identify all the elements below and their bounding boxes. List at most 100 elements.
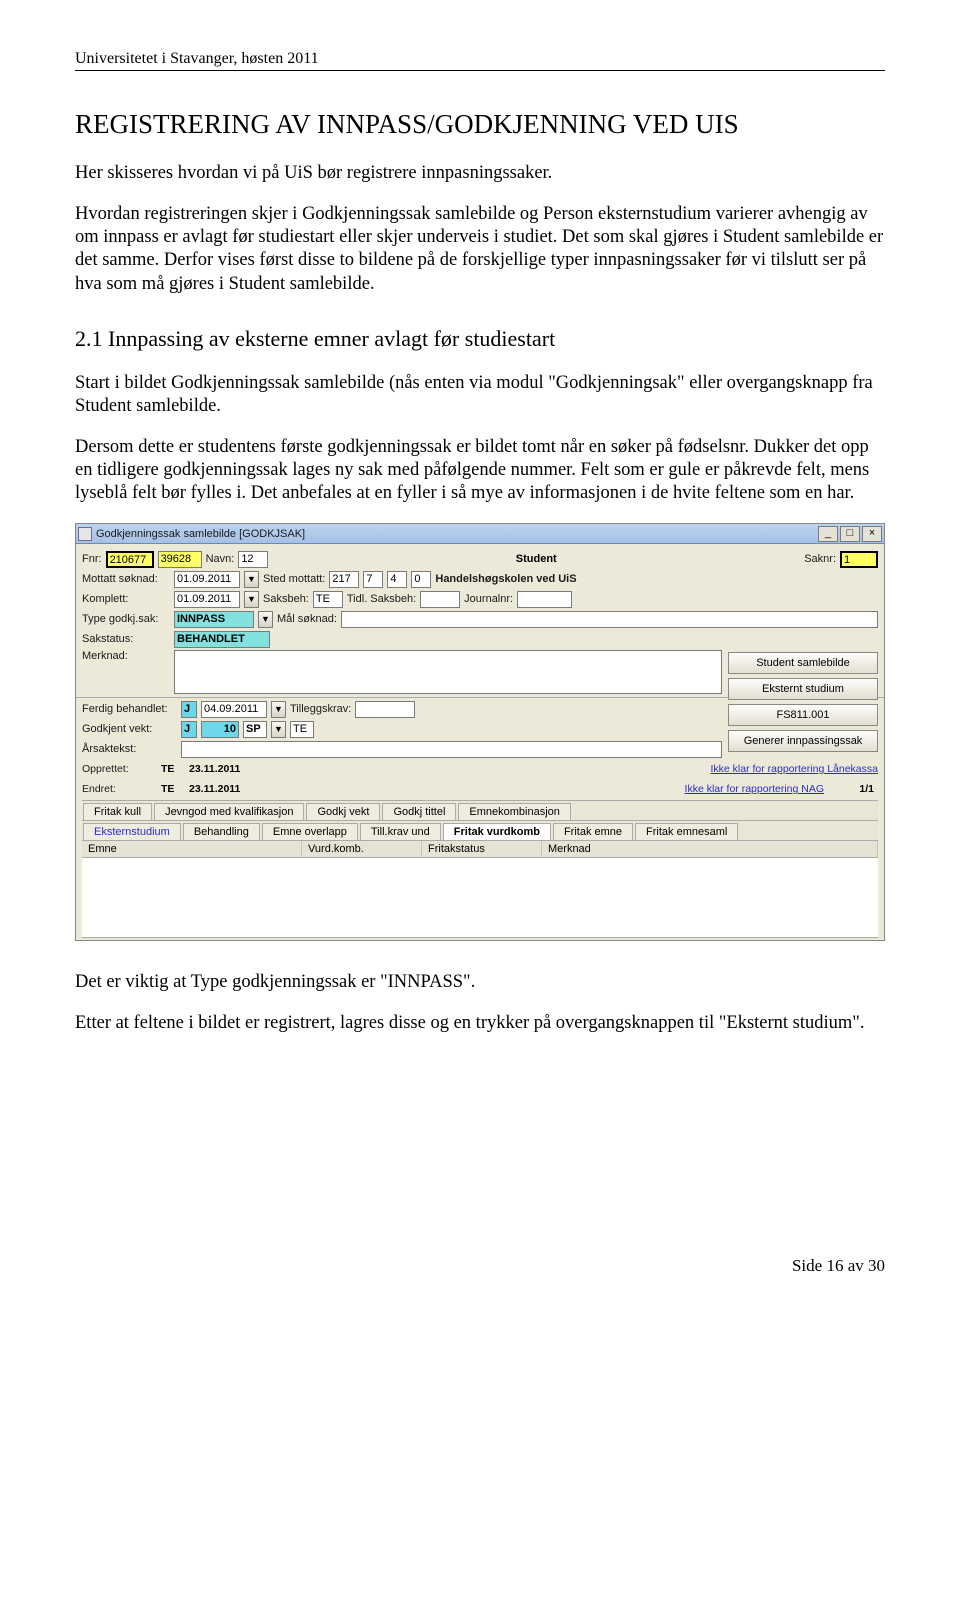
ferdig-jn-input[interactable]: J [181, 701, 197, 718]
fnr-label: Fnr: [82, 553, 102, 565]
page-header: Universitetet i Stavanger, høsten 2011 [75, 50, 885, 71]
list-header: Emne Vurd.komb. Fritakstatus Merknad [82, 840, 878, 858]
maximize-button[interactable]: □ [840, 526, 860, 542]
doc-p3: Start i bildet Godkjenningssak samlebild… [75, 372, 885, 418]
type-input[interactable]: INNPASS [174, 611, 254, 628]
link-nag[interactable]: Ikke klar for rapportering NAG [685, 783, 824, 795]
saknr-input[interactable]: 1 [840, 551, 878, 568]
sted-name: Handelshøgskolen ved UiS [435, 573, 576, 585]
godkjent-te-input[interactable]: TE [290, 721, 314, 738]
opprettet-label: Opprettet: [82, 763, 157, 775]
col-fritakstatus: Fritakstatus [422, 841, 542, 857]
godkjent-jn-input[interactable]: J [181, 721, 197, 738]
doc-p6: Etter at feltene i bildet er registrert,… [75, 1012, 885, 1035]
doc-h2: 2.1 Innpassing av eksterne emner avlagt … [75, 326, 885, 352]
arsak-input[interactable] [181, 741, 722, 758]
godkjent-label: Godkjent vekt: [82, 723, 177, 735]
godkjent-unit-input[interactable]: SP [243, 721, 267, 738]
endret-by: TE [161, 783, 185, 795]
tab-godkj-tittel[interactable]: Godkj tittel [382, 803, 456, 820]
navn-label: Navn: [206, 553, 235, 565]
tidl-saksbeh-label: Tidl. Saksbeh: [347, 593, 416, 605]
tab-tillkrav[interactable]: Till.krav und [360, 823, 441, 840]
journalnr-label: Journalnr: [464, 593, 513, 605]
tab-fritak-emnesaml[interactable]: Fritak emnesaml [635, 823, 738, 840]
saknr-label: Saknr: [804, 553, 836, 565]
tab-behandling[interactable]: Behandling [183, 823, 260, 840]
tidl-saksbeh-input[interactable] [420, 591, 460, 608]
student-title: Student [272, 553, 800, 565]
saksbeh-label: Saksbeh: [263, 593, 309, 605]
sakstatus-input[interactable]: BEHANDLET [174, 631, 270, 648]
col-emne: Emne [82, 841, 302, 857]
doc-h1: REGISTRERING AV INNPASS/GODKJENNING VED … [75, 109, 885, 140]
record-counter: 1/1 [828, 783, 878, 795]
list-body[interactable] [82, 858, 878, 938]
doc-p5: Det er viktig at Type godkjenningssak er… [75, 971, 885, 994]
minimize-button[interactable]: _ [818, 526, 838, 542]
ferdig-dropdown[interactable]: ▼ [271, 701, 286, 718]
sted-label: Sted mottatt: [263, 573, 325, 585]
mottatt-input[interactable]: 01.09.2011 [174, 571, 240, 588]
link-lanekassa[interactable]: Ikke klar for rapportering Lånekassa [710, 763, 878, 775]
tab-fritak-emne[interactable]: Fritak emne [553, 823, 633, 840]
maal-input[interactable] [341, 611, 878, 628]
ferdig-dato-input[interactable]: 04.09.2011 [201, 701, 267, 718]
tillegg-input[interactable] [355, 701, 415, 718]
sakstatus-label: Sakstatus: [82, 633, 170, 645]
merknad-label: Merknad: [82, 650, 170, 662]
endret-label: Endret: [82, 783, 157, 795]
doc-p2: Hvordan registreringen skjer i Godkjenni… [75, 203, 885, 296]
mottatt-dropdown[interactable]: ▼ [244, 571, 259, 588]
journalnr-input[interactable] [517, 591, 572, 608]
saksbeh-input[interactable]: TE [313, 591, 343, 608]
navn-input[interactable]: 12 [238, 551, 268, 568]
opprettet-by: TE [161, 763, 185, 775]
tab-eksternstudium[interactable]: Eksternstudium [83, 823, 181, 840]
maal-label: Mål søknad: [277, 613, 337, 625]
sted3-input[interactable]: 4 [387, 571, 407, 588]
komplett-label: Komplett: [82, 593, 170, 605]
sted1-input[interactable]: 217 [329, 571, 359, 588]
tab-bar-1: Fritak kull Jevngod med kvalifikasjon Go… [82, 800, 878, 820]
col-merknad: Merknad [542, 841, 878, 857]
tab-fritak-kull[interactable]: Fritak kull [83, 803, 152, 820]
arsak-label: Årsaktekst: [82, 743, 177, 755]
komplett-input[interactable]: 01.09.2011 [174, 591, 240, 608]
tab-fritak-vurdkomb[interactable]: Fritak vurdkomb [443, 823, 551, 840]
tillegg-label: Tilleggskrav: [290, 703, 351, 715]
window-title: Godkjenningssak samlebilde [GODKJSAK] [96, 528, 305, 540]
tab-jevngod[interactable]: Jevngod med kvalifikasjon [154, 803, 304, 820]
type-dropdown[interactable]: ▼ [258, 611, 273, 628]
fs811-button[interactable]: FS811.001 [728, 704, 878, 726]
close-button[interactable]: × [862, 526, 882, 542]
tab-emne-overlapp[interactable]: Emne overlapp [262, 823, 358, 840]
page-footer: Side 16 av 30 [75, 1256, 885, 1276]
godkjent-unit-dropdown[interactable]: ▼ [271, 721, 286, 738]
student-samlebilde-button[interactable]: Student samlebilde [728, 652, 878, 674]
merknad-input[interactable] [174, 650, 722, 694]
komplett-dropdown[interactable]: ▼ [244, 591, 259, 608]
sted4-input[interactable]: 0 [411, 571, 431, 588]
app-window: Godkjenningssak samlebilde [GODKJSAK] _ … [75, 523, 885, 941]
tab-bar-2: Eksternstudium Behandling Emne overlapp … [82, 820, 878, 840]
ferdig-label: Ferdig behandlet: [82, 703, 177, 715]
mottatt-label: Mottatt søknad: [82, 573, 170, 585]
app-icon [78, 527, 92, 541]
godkjent-val-input[interactable]: 10 [201, 721, 239, 738]
sted2-input[interactable]: 7 [363, 571, 383, 588]
header-left: Universitetet i Stavanger, høsten 2011 [75, 50, 319, 68]
titlebar[interactable]: Godkjenningssak samlebilde [GODKJSAK] _ … [76, 524, 884, 544]
eksternt-studium-button[interactable]: Eksternt studium [728, 678, 878, 700]
col-vurdkomb: Vurd.komb. [302, 841, 422, 857]
doc-p4: Dersom dette er studentens første godkje… [75, 436, 885, 505]
fnr2-input[interactable]: 39628 [158, 551, 202, 568]
doc-p1: Her skisseres hvordan vi på UiS bør regi… [75, 162, 885, 185]
generer-innpassingssak-button[interactable]: Generer innpassingssak [728, 730, 878, 752]
type-label: Type godkj.sak: [82, 613, 170, 625]
endret-dato: 23.11.2011 [189, 783, 255, 795]
tab-emnekombinasjon[interactable]: Emnekombinasjon [458, 803, 571, 820]
tab-godkj-vekt[interactable]: Godkj vekt [306, 803, 380, 820]
opprettet-dato: 23.11.2011 [189, 763, 255, 775]
fnr1-input[interactable]: 210677 [106, 551, 154, 568]
